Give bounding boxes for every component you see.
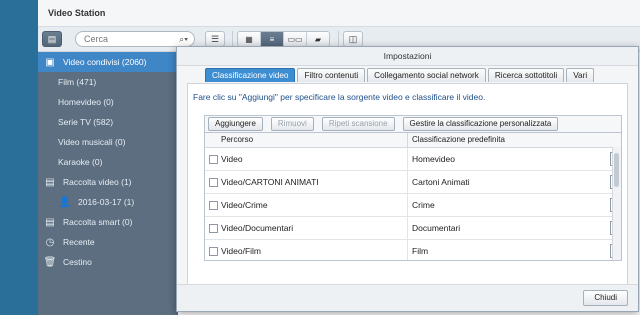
clock-icon: ◷	[45, 236, 55, 248]
remove-button[interactable]: Rimuovi	[270, 117, 314, 131]
smart-collection-icon: ▤	[45, 216, 55, 228]
sidebar-item-label: Raccolta video (1)	[63, 177, 132, 187]
row-classification: Cartoni Animati	[412, 177, 470, 187]
classification-table: Percorso Classificazione predefinita Vid…	[204, 133, 622, 261]
sidebar-item-smart-collection[interactable]: ▤ Raccolta smart (0)	[38, 212, 178, 232]
scrollbar-thumb[interactable]	[614, 153, 619, 187]
row-checkbox[interactable]	[208, 223, 218, 233]
row-path: Video/CARTONI ANIMATI	[221, 171, 408, 193]
sidebar-item-label: Homevideo (0)	[58, 97, 114, 107]
sidebar-item-homevideo[interactable]: Homevideo (0)	[38, 92, 178, 112]
list-view-icon[interactable]: ≡	[261, 32, 284, 46]
sidebar-item-label: Raccolta smart (0)	[63, 217, 133, 227]
row-classification: Homevideo	[412, 154, 455, 164]
dialog-title: Impostazioni	[177, 47, 638, 66]
sidebar-item-label: Film (471)	[58, 77, 97, 87]
action-bar: Aggiungere Rimuovi Ripeti scansione Gest…	[204, 115, 622, 133]
title-bar: Video Station	[38, 0, 640, 27]
sidebar: ▣ Video condivisi (2060) Film (471) Home…	[38, 52, 178, 315]
sidebar-item-label: 2016-03-17 (1)	[78, 197, 135, 207]
row-path: Video/Documentari	[221, 217, 408, 239]
sidebar-item-label: Recente	[63, 237, 95, 247]
search-input[interactable]	[82, 33, 176, 45]
row-checkbox[interactable]	[208, 154, 218, 164]
sidebar-item-collection-date[interactable]: 👤 2016-03-17 (1)	[38, 192, 178, 212]
sidebar-item-video-collection[interactable]: ▤ Raccolta video (1)	[38, 172, 178, 192]
sidebar-item-label: Karaoke (0)	[58, 157, 103, 167]
row-path: Video	[221, 148, 408, 170]
row-classification: Film	[412, 246, 429, 256]
trash-icon: 🗑	[43, 256, 57, 268]
app-title: Video Station	[48, 8, 106, 18]
sidebar-icon: ▤	[47, 33, 57, 44]
sidebar-item-label: Serie TV (582)	[58, 117, 114, 127]
toolbar-divider	[338, 31, 339, 47]
subtitle-icon: ◫	[348, 33, 358, 44]
table-row[interactable]: Video/Film Film	[205, 240, 621, 260]
dialog-footer: Chiudi	[177, 284, 638, 311]
search-icon[interactable]: ⌕▾	[179, 34, 188, 45]
row-checkbox[interactable]	[208, 246, 218, 256]
table-scrollbar[interactable]	[612, 147, 621, 260]
sidebar-item-label: Video musicali (0)	[58, 137, 126, 147]
table-row[interactable]: Video/Documentari Documentari	[205, 217, 621, 240]
row-classification: Documentari	[412, 223, 461, 233]
table-header: Percorso Classificazione predefinita	[205, 133, 621, 148]
row-checkbox[interactable]	[208, 200, 218, 210]
table-row[interactable]: Video/Crime Crime	[205, 194, 621, 217]
table-row[interactable]: Video/CARTONI ANIMATI Cartoni Animati	[205, 171, 621, 194]
tab-content-filter[interactable]: Filtro contenuti	[297, 68, 366, 82]
tab-video-classification[interactable]: Classificazione video	[205, 68, 296, 82]
sidebar-toggle-button[interactable]: ▤	[42, 31, 62, 47]
collection-icon: ▤	[45, 176, 55, 188]
sidebar-item-music-videos[interactable]: Video musicali (0)	[38, 132, 178, 152]
toolbar-divider	[232, 31, 233, 47]
add-button[interactable]: Aggiungere	[208, 117, 263, 131]
person-icon: 👤	[58, 196, 72, 208]
instructions-text: Fare clic su "Aggiungi" per specificare …	[193, 92, 486, 102]
subtitle-button[interactable]: ◫	[343, 31, 363, 47]
folder-icon[interactable]: ▰	[307, 32, 329, 46]
film-icon: ▣	[45, 56, 55, 68]
tab-subtitle-search[interactable]: Ricerca sottotitoli	[487, 68, 565, 82]
row-path: Video/Crime	[221, 194, 408, 216]
sidebar-item-trash[interactable]: 🗑 Cestino	[38, 252, 178, 272]
list-icon: ☰	[210, 33, 220, 44]
sidebar-item-label: Video condivisi (2060)	[63, 57, 147, 67]
sidebar-item-recent[interactable]: ◷ Recente	[38, 232, 178, 252]
sidebar-item-label: Cestino	[63, 257, 92, 267]
detail-view-icon[interactable]: ▭▭	[284, 32, 307, 46]
row-path: Video/Film	[221, 240, 408, 260]
sidebar-item-serie-tv[interactable]: Serie TV (582)	[38, 112, 178, 132]
row-checkbox[interactable]	[208, 177, 218, 187]
manage-classification-button[interactable]: Gestire la classificazione personalizzat…	[402, 117, 559, 131]
dialog-tabs: Classificazione video Filtro contenuti C…	[177, 66, 638, 83]
list-toggle-button[interactable]: ☰	[205, 31, 225, 47]
rescan-button[interactable]: Ripeti scansione	[321, 117, 395, 131]
close-button[interactable]: Chiudi	[583, 290, 628, 306]
tab-misc[interactable]: Vari	[566, 68, 595, 82]
sidebar-item-film[interactable]: Film (471)	[38, 72, 178, 92]
column-header-path[interactable]: Percorso	[205, 133, 408, 147]
sidebar-item-shared-videos[interactable]: ▣ Video condivisi (2060)	[38, 52, 178, 72]
row-classification: Crime	[412, 200, 435, 210]
tab-social-network[interactable]: Collegamento social network	[367, 68, 486, 82]
table-row[interactable]: Video Homevideo	[205, 148, 621, 171]
sidebar-item-karaoke[interactable]: Karaoke (0)	[38, 152, 178, 172]
grid-view-icon[interactable]: ▦	[238, 32, 261, 46]
search-box[interactable]: ⌕▾	[75, 31, 195, 47]
view-mode-group: ▦ ≡ ▭▭ ▰	[237, 31, 330, 47]
settings-dialog: Impostazioni Classificazione video Filtr…	[176, 46, 639, 312]
column-header-classification[interactable]: Classificazione predefinita	[408, 133, 621, 147]
